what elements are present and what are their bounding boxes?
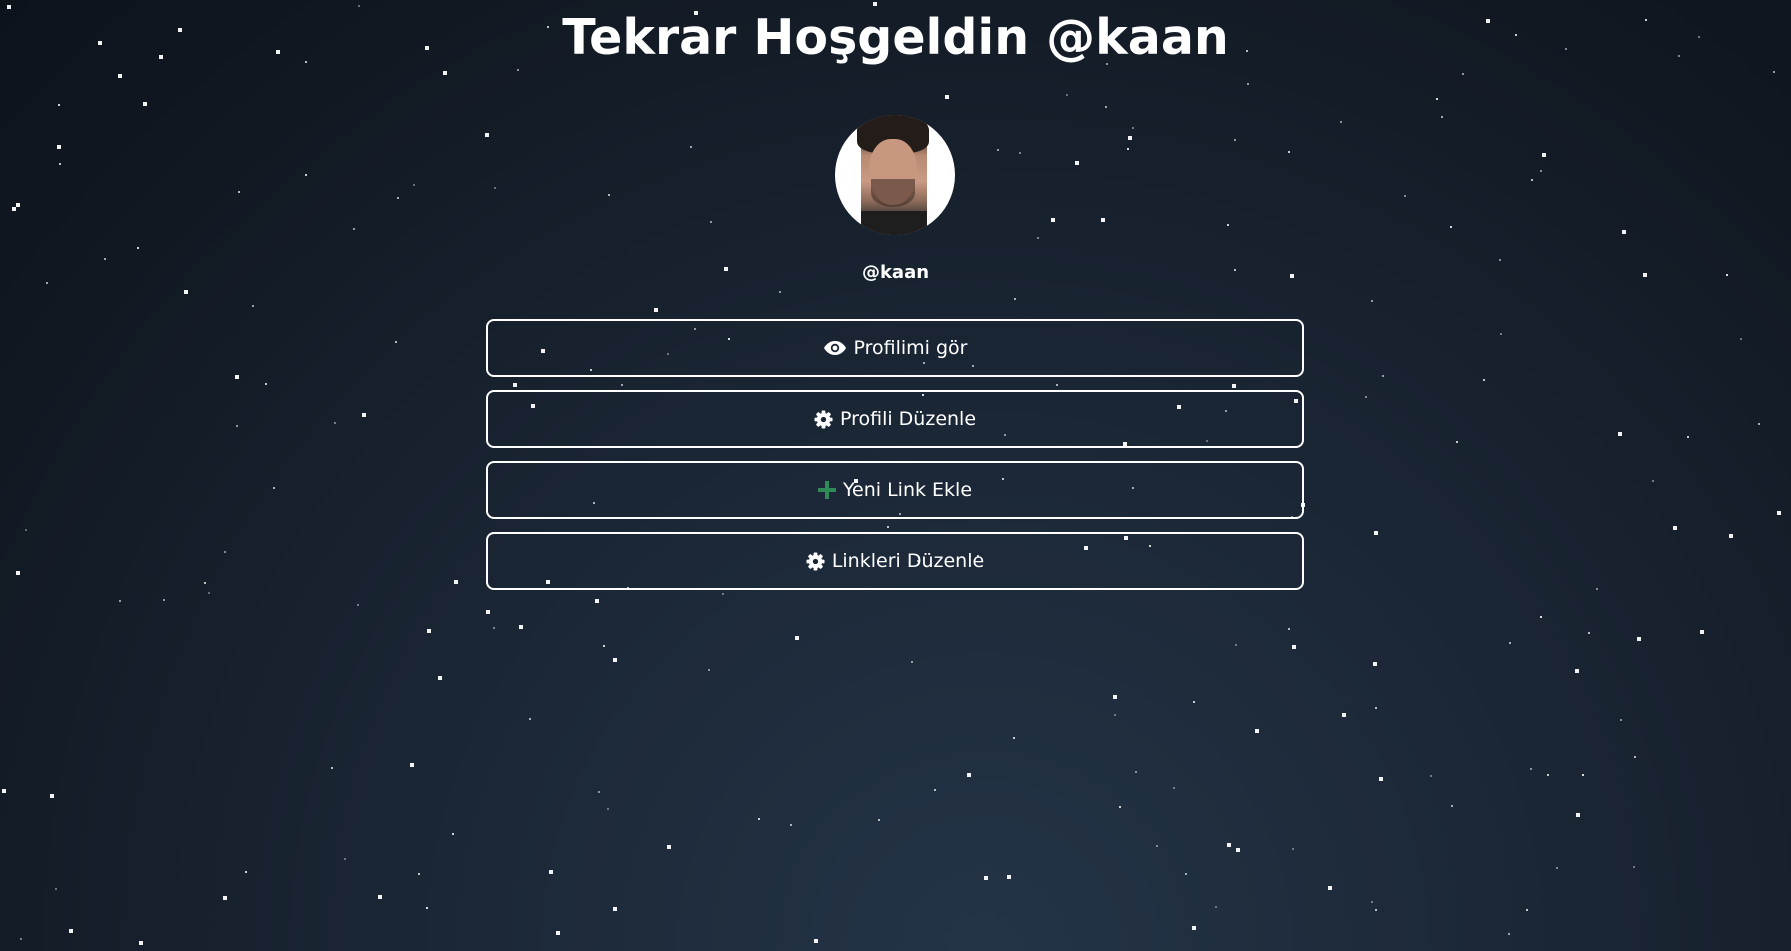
dashboard: Tekrar Hoşgeldin @kaan @kaan Profilimi g… — [0, 0, 1791, 951]
view-profile-button[interactable]: Profilimi gör — [486, 319, 1304, 377]
edit-links-button[interactable]: Linkleri Düzenle — [486, 532, 1304, 590]
add-link-label: Yeni Link Ekle — [842, 479, 973, 501]
gear-icon — [814, 409, 833, 429]
avatar — [835, 115, 955, 235]
view-profile-label: Profilimi gör — [853, 337, 968, 359]
profile-username: @kaan — [861, 262, 930, 283]
plus-icon — [817, 481, 836, 499]
gear-icon — [806, 551, 825, 571]
add-link-button[interactable]: Yeni Link Ekle — [486, 461, 1304, 519]
page-title: Tekrar Hoşgeldin @kaan — [562, 9, 1229, 66]
eye-icon — [823, 340, 847, 356]
edit-profile-button[interactable]: Profili Düzenle — [486, 390, 1304, 448]
action-list: Profilimi gör Profili Düzenle Yeni Link … — [486, 319, 1304, 603]
edit-links-label: Linkleri Düzenle — [831, 550, 985, 572]
edit-profile-label: Profili Düzenle — [839, 408, 977, 430]
